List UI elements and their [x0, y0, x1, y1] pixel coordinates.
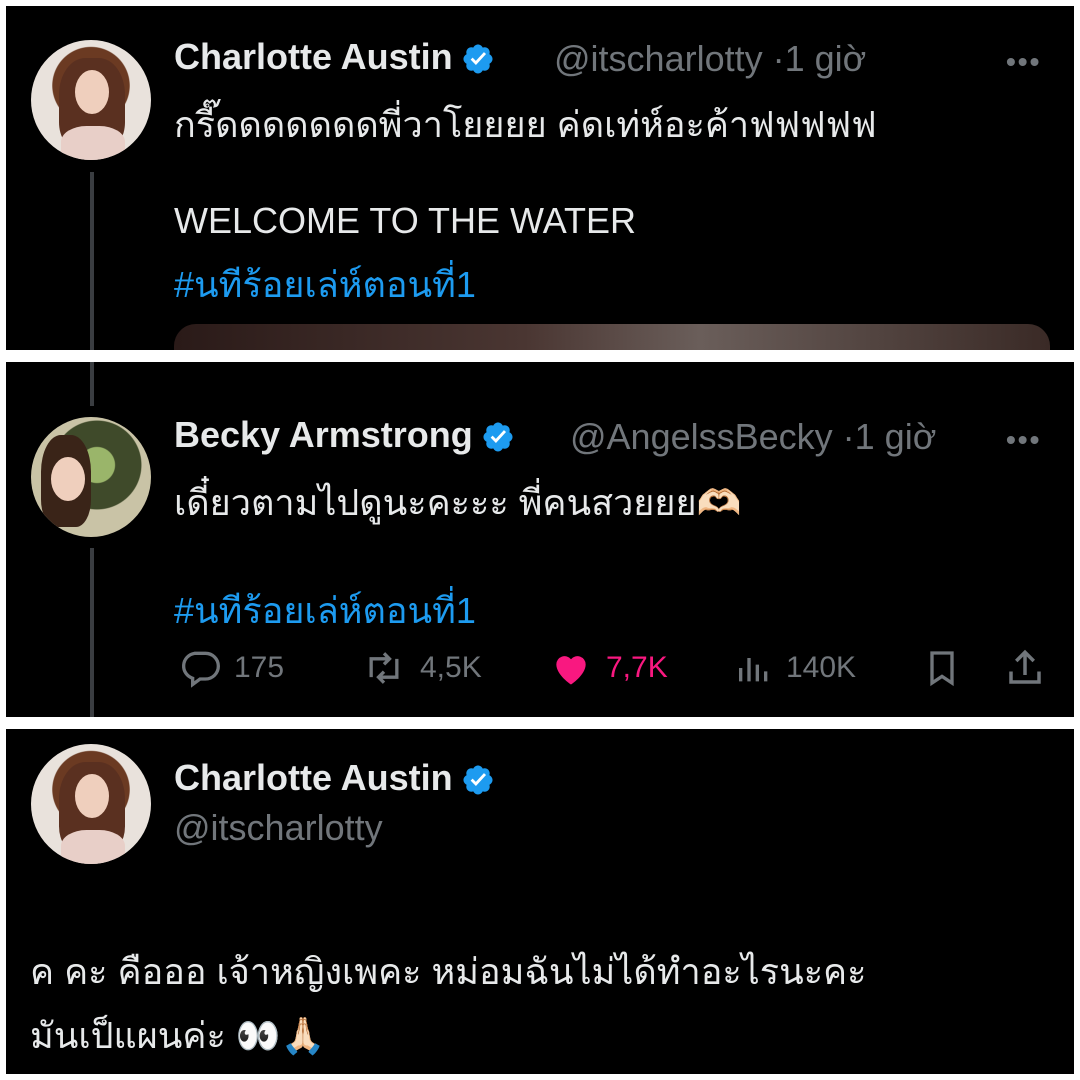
author-name[interactable]: Becky Armstrong — [174, 414, 515, 456]
author-handle: @AngelssBecky — [570, 416, 833, 457]
more-options-icon[interactable]: ••• — [1006, 46, 1041, 78]
retweet-count: 4,5K — [420, 651, 482, 684]
author-handle: @itscharlotty — [554, 38, 763, 79]
avatar[interactable] — [31, 744, 151, 864]
tweet-text-line-1: กรี๊ดดดดดดดพี่วาโยยยย ค่ดเท่ห์อะค้าฟฟฟฟฟ — [174, 104, 877, 145]
verified-badge-icon — [463, 44, 493, 75]
reply-button[interactable]: 175 — [178, 646, 284, 690]
tweet-text-line-1: ค คะ คือออ เจ้าหญิงเพคะ หม่อมฉันไม่ได้ทำ… — [30, 951, 867, 992]
avatar[interactable] — [31, 40, 151, 160]
author-name[interactable]: Charlotte Austin — [174, 36, 495, 78]
views-chart-icon — [739, 658, 768, 682]
views-count: 140K — [786, 651, 857, 684]
tweet-text-line-2: มันเป็แผนค่ะ 👀🙏🏻 — [30, 1015, 326, 1056]
like-count: 7,7K — [606, 651, 668, 684]
more-options-icon[interactable]: ••• — [1006, 424, 1041, 456]
reply-count: 175 — [234, 651, 285, 684]
avatar[interactable] — [31, 417, 151, 537]
author-name-text: Charlotte Austin — [174, 36, 453, 77]
share-button[interactable] — [1004, 646, 1046, 690]
author-name[interactable]: Charlotte Austin — [174, 757, 495, 799]
retweet-button[interactable]: 4,5K — [360, 646, 482, 690]
author-handle[interactable]: @itscharlotty — [174, 807, 383, 849]
verified-badge-icon — [483, 422, 513, 453]
like-button[interactable]: 7,7K — [548, 646, 668, 690]
heart-filled-icon — [556, 656, 586, 685]
tweet-text-line-1: เดี๋ยวตามไปดูนะคะะะ พี่คนสวยยย🫶🏻 — [174, 482, 742, 523]
thread-connector-line — [90, 172, 94, 350]
handle-and-time[interactable]: @itscharlotty ·1 giờ — [554, 38, 866, 80]
verified-badge-icon — [463, 765, 493, 796]
reply-icon — [182, 651, 220, 688]
tweet-card-charlotte-2[interactable]: Charlotte Austin @itscharlotty ค คะ คืออ… — [6, 729, 1074, 1074]
tweet-actions-bar: 175 4,5K 7,7K 140K — [174, 646, 1054, 696]
thread-connector-line — [90, 548, 94, 717]
handle-and-time[interactable]: @AngelssBecky ·1 giờ — [570, 416, 936, 458]
bookmark-icon — [930, 651, 954, 687]
tweet-card-charlotte-1[interactable]: Charlotte Austin @itscharlotty ·1 giờ ••… — [6, 6, 1074, 350]
hashtag-link[interactable]: #นทีร้อยเล่ห์ตอนที่1 — [174, 582, 476, 639]
tweet-time: ·1 giờ — [772, 38, 867, 79]
tweet-card-becky[interactable]: Becky Armstrong @AngelssBecky ·1 giờ •••… — [6, 362, 1074, 717]
views-button[interactable]: 140K — [734, 646, 856, 690]
tweet-text-line-2: WELCOME TO THE WATER — [174, 200, 637, 241]
bookmark-button[interactable] — [922, 646, 962, 690]
hashtag-link[interactable]: #นทีร้อยเล่ห์ตอนที่1 — [174, 256, 476, 313]
share-icon — [1009, 649, 1041, 684]
tweet-media-preview[interactable] — [174, 324, 1050, 350]
thread-connector-line-top — [90, 362, 94, 406]
author-name-text: Becky Armstrong — [174, 414, 473, 455]
tweet-time: ·1 giờ — [842, 416, 937, 457]
author-name-text: Charlotte Austin — [174, 757, 453, 798]
retweet-icon — [369, 652, 399, 684]
